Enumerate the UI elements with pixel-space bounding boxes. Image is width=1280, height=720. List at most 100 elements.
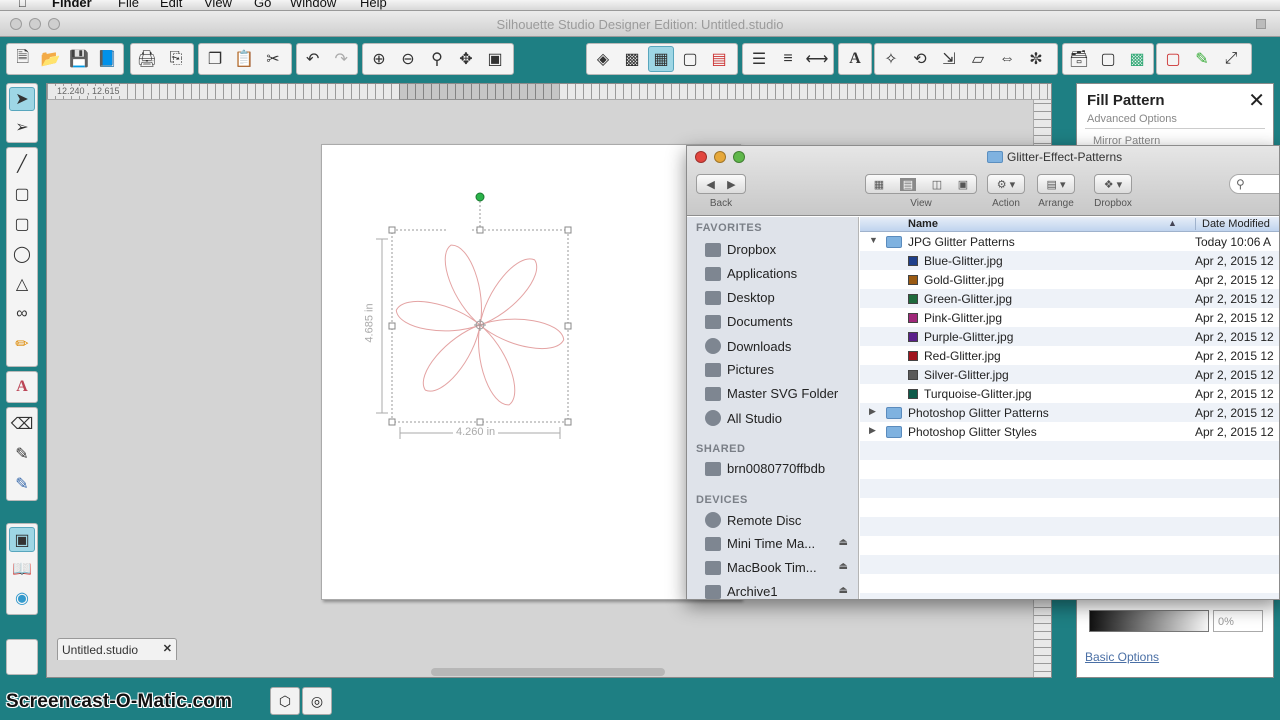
text-tool-icon[interactable]: A <box>9 375 35 399</box>
sidebar-item-shared-device[interactable]: brn0080770ffbdb <box>705 461 855 476</box>
new-document-icon[interactable]: 🗎 <box>10 46 35 72</box>
sidebar-item-archive1[interactable]: Archive1 <box>705 584 855 599</box>
sidebar-item-master-svg-folder[interactable]: Master SVG Folder <box>705 386 855 401</box>
document-tab[interactable]: Untitled.studio ✕ <box>57 638 177 660</box>
edit-points-icon[interactable]: ➢ <box>9 115 35 139</box>
cutting-mat-page[interactable]: 4.685 in 4.260 in <box>321 144 741 600</box>
design-view-icon[interactable]: ▣ <box>9 527 35 553</box>
expand-icon[interactable]: ⤢ <box>1218 46 1244 72</box>
paste-icon[interactable]: 📋 <box>231 46 257 72</box>
menu-edit[interactable]: Edit <box>160 0 182 10</box>
page-setup-icon[interactable]: ▩ <box>1124 46 1150 72</box>
curve-tool-icon[interactable]: ∞ <box>9 301 35 327</box>
save-library-icon[interactable]: 📘 <box>95 46 120 72</box>
library-view-icon[interactable]: 📖 <box>9 556 35 581</box>
line-width-icon[interactable]: ☰ <box>746 46 772 72</box>
shear-icon[interactable]: ▱ <box>965 46 991 72</box>
zoom-in-icon[interactable]: ⊕ <box>366 46 392 72</box>
sidebar-item-downloads[interactable]: Downloads <box>705 338 855 354</box>
sketch-icon[interactable]: ✎ <box>1189 46 1215 72</box>
redo-icon[interactable]: ↷ <box>329 46 355 72</box>
undo-icon[interactable]: ↶ <box>300 46 326 72</box>
menu-go[interactable]: Go <box>254 0 271 10</box>
file-row[interactable]: Gold-Glitter.jpg Apr 2, 2015 12 <box>860 270 1279 289</box>
save-icon[interactable]: 💾 <box>67 46 92 72</box>
eject-icon[interactable]: ⏏ <box>839 537 848 548</box>
column-view-icon[interactable]: ◫ <box>932 178 942 191</box>
cut-settings-icon[interactable]: ▢ <box>1160 46 1186 72</box>
cut-style-icon[interactable]: ⟷ <box>804 46 830 72</box>
close-panel-icon[interactable]: ✕ <box>1248 88 1265 113</box>
search-field[interactable]: ⚲ <box>1229 174 1279 194</box>
view-buttons[interactable]: ▦ ▤ ◫ ▣ <box>865 174 977 194</box>
ellipse-tool-icon[interactable]: ◯ <box>9 241 35 267</box>
finder-zoom-button[interactable] <box>733 151 745 163</box>
file-row[interactable]: Silver-Glitter.jpg Apr 2, 2015 12 <box>860 365 1279 384</box>
store-icon[interactable]: ▢ <box>1095 46 1121 72</box>
disclosure-closed-icon[interactable]: ▶ <box>869 425 876 436</box>
disclosure-closed-icon[interactable]: ▶ <box>869 406 876 417</box>
menu-view[interactable]: View <box>204 0 232 10</box>
file-row[interactable]: ▶ Photoshop Glitter Styles Apr 2, 2015 12 <box>860 422 1279 441</box>
line-options-icon[interactable]: ≡ <box>775 46 801 72</box>
close-tab-icon[interactable]: ✕ <box>163 642 172 655</box>
freehand-tool-icon[interactable]: ✏ <box>9 331 35 357</box>
sidebar-item-dropbox[interactable]: Dropbox <box>705 242 855 257</box>
polygon-tool-icon[interactable]: △ <box>9 271 35 297</box>
icon-view-icon[interactable]: ▦ <box>874 178 884 191</box>
advanced-options-label[interactable]: Advanced Options <box>1087 113 1177 125</box>
fill-color-icon[interactable]: ◈ <box>590 46 616 72</box>
menu-file[interactable]: File <box>118 0 139 10</box>
rounded-rect-tool-icon[interactable]: ▢ <box>9 211 35 237</box>
open-folder-icon[interactable]: 📂 <box>38 46 63 72</box>
menu-window[interactable]: Window <box>290 0 336 10</box>
library-icon[interactable]: 🗃 <box>1066 46 1092 72</box>
sidebar-item-mini-time-machine[interactable]: Mini Time Ma... <box>705 536 855 551</box>
sidebar-item-desktop[interactable]: Desktop <box>705 290 855 305</box>
file-row[interactable]: Green-Glitter.jpg Apr 2, 2015 12 <box>860 289 1279 308</box>
store-view-icon[interactable]: ◉ <box>9 586 35 611</box>
sidebar-item-macbook-time[interactable]: MacBook Tim... <box>705 560 855 575</box>
paint-tool-icon[interactable]: ✎ <box>9 471 35 497</box>
file-row[interactable]: Pink-Glitter.jpg Apr 2, 2015 12 <box>860 308 1279 327</box>
name-column-header[interactable]: Name <box>908 218 938 230</box>
zoom-select-icon[interactable]: ⚲ <box>424 46 450 72</box>
file-row[interactable]: ▼ JPG Glitter Patterns Today 10:06 A <box>860 232 1279 251</box>
back-forward-buttons[interactable]: ◀ ▶ <box>696 174 746 194</box>
menu-finder[interactable]: Finder <box>52 0 92 10</box>
copy-icon[interactable]: ❐ <box>202 46 228 72</box>
blank-tool-icon[interactable] <box>9 643 35 669</box>
transparency-slider[interactable] <box>1089 610 1209 632</box>
sidebar-item-applications[interactable]: Applications <box>705 266 855 281</box>
file-row[interactable]: Blue-Glitter.jpg Apr 2, 2015 12 <box>860 251 1279 270</box>
target-icon[interactable]: ◎ <box>302 687 332 715</box>
select-arrow-icon[interactable]: ➤ <box>9 87 35 112</box>
sidebar-item-pictures[interactable]: Pictures <box>705 362 855 377</box>
sidebar-item-all-studio[interactable]: All Studio <box>705 410 855 426</box>
eject-icon[interactable]: ⏏ <box>839 585 848 596</box>
fit-page-icon[interactable]: ▣ <box>482 46 508 72</box>
action-button[interactable]: ⚙ ▾ <box>987 174 1025 194</box>
fill-gradient-icon[interactable]: ▩ <box>619 46 645 72</box>
line-style-icon[interactable]: ▤ <box>706 46 732 72</box>
apple-icon[interactable]:  <box>18 0 27 10</box>
coverflow-view-icon[interactable]: ▣ <box>958 178 968 191</box>
scale-icon[interactable]: ⇲ <box>936 46 962 72</box>
cut-icon[interactable]: ✂ <box>260 46 286 72</box>
print-icon[interactable]: 🖨 <box>134 46 160 72</box>
finder-minimize-button[interactable] <box>714 151 726 163</box>
eject-icon[interactable]: ⏏ <box>839 561 848 572</box>
file-row[interactable]: ▶ Photoshop Glitter Patterns Apr 2, 2015 1… <box>860 403 1279 422</box>
line-tool-icon[interactable]: ╱ <box>9 151 35 177</box>
dropbox-button[interactable]: ❖ ▾ <box>1094 174 1132 194</box>
mirror-icon[interactable]: ⇔ <box>994 46 1020 72</box>
align-icon[interactable]: ✧ <box>878 46 904 72</box>
pan-icon[interactable]: ✥ <box>453 46 479 72</box>
replicate-icon[interactable]: ✼ <box>1023 46 1049 72</box>
file-row[interactable]: Turquoise-Glitter.jpg Apr 2, 2015 12 <box>860 384 1279 403</box>
menu-help[interactable]: Help <box>360 0 387 10</box>
send-to-cutter-icon[interactable]: ⎘ <box>163 46 189 72</box>
list-view-icon[interactable]: ▤ <box>899 177 917 191</box>
sidebar-item-documents[interactable]: Documents <box>705 314 855 329</box>
date-column-header[interactable]: Date Modified <box>1195 218 1270 230</box>
